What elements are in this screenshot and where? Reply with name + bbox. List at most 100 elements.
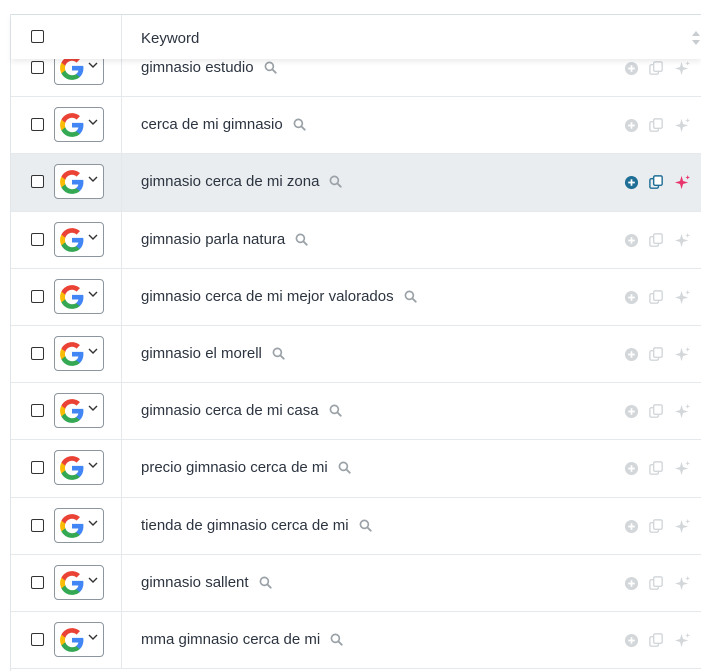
table-row[interactable]: gimnasio cerca de mi casa <box>11 383 701 441</box>
search-engine-dropdown[interactable] <box>54 107 104 143</box>
copy-icon[interactable] <box>648 403 665 420</box>
row-checkbox[interactable] <box>31 461 44 475</box>
ai-sparkle-icon[interactable] <box>674 232 691 249</box>
ai-sparkle-icon[interactable] <box>674 632 691 649</box>
search-icon[interactable] <box>272 347 285 360</box>
search-icon[interactable] <box>329 404 342 417</box>
table-row[interactable]: gimnasio cerca de mi zona <box>11 154 701 212</box>
chevron-down-icon <box>88 62 98 68</box>
google-icon <box>60 170 84 195</box>
row-actions <box>624 232 691 249</box>
search-engine-dropdown[interactable] <box>54 450 104 486</box>
table-row[interactable]: cerca de mi gimnasio <box>11 97 701 155</box>
search-icon[interactable] <box>359 519 372 532</box>
add-circle-icon[interactable] <box>624 404 639 419</box>
copy-icon[interactable] <box>648 460 665 477</box>
chevron-down-icon <box>88 577 98 583</box>
add-circle-icon[interactable] <box>624 576 639 591</box>
search-icon[interactable] <box>338 461 351 474</box>
add-circle-icon[interactable] <box>624 290 639 305</box>
row-checkbox[interactable] <box>31 518 44 532</box>
sort-icon[interactable] <box>691 29 701 47</box>
chevron-down-icon <box>88 176 98 183</box>
copy-icon[interactable] <box>648 289 665 306</box>
google-icon <box>60 342 84 366</box>
search-icon[interactable] <box>293 118 306 131</box>
row-checkbox[interactable] <box>31 118 44 132</box>
table-row[interactable]: gimnasio parla natura <box>11 211 701 269</box>
search-icon[interactable] <box>404 290 417 303</box>
ai-sparkle-icon[interactable] <box>674 575 691 592</box>
row-checkbox[interactable] <box>31 346 44 360</box>
table-row[interactable]: gimnasio el morell <box>11 325 701 384</box>
row-actions <box>624 518 691 535</box>
add-circle-icon[interactable] <box>624 61 639 76</box>
copy-icon[interactable] <box>648 232 665 249</box>
search-icon[interactable] <box>295 233 308 246</box>
add-circle-icon[interactable] <box>624 519 639 534</box>
table-row[interactable]: tienda de gimnasio cerca de mi <box>11 497 701 555</box>
ai-sparkle-icon[interactable] <box>674 460 691 477</box>
copy-icon[interactable] <box>648 117 665 134</box>
search-icon[interactable] <box>264 61 277 74</box>
ai-sparkle-icon[interactable] <box>674 117 691 134</box>
search-icon[interactable] <box>329 175 343 189</box>
row-actions <box>624 403 691 420</box>
google-icon <box>60 113 84 138</box>
ai-sparkle-icon[interactable] <box>674 403 691 420</box>
copy-icon[interactable] <box>648 575 665 592</box>
row-checkbox[interactable] <box>31 232 44 246</box>
add-circle-icon[interactable] <box>624 118 639 133</box>
search-engine-dropdown[interactable] <box>54 621 104 657</box>
column-divider <box>121 383 122 440</box>
column-divider <box>121 611 122 669</box>
ai-sparkle-icon[interactable] <box>674 174 691 191</box>
copy-icon[interactable] <box>648 174 665 191</box>
keyword-text: mma gimnasio cerca de mi <box>141 630 321 648</box>
google-icon <box>60 627 84 652</box>
table-header: Keyword <box>11 15 701 59</box>
add-circle-icon[interactable] <box>624 233 639 248</box>
add-circle-icon[interactable] <box>624 175 639 190</box>
keyword-cell: precio gimnasio cerca de mi <box>141 459 351 476</box>
row-checkbox[interactable] <box>31 404 44 418</box>
row-checkbox[interactable] <box>31 632 44 646</box>
column-divider <box>121 97 122 154</box>
table-row[interactable]: precio gimnasio cerca de mi <box>11 440 701 498</box>
google-icon <box>60 456 84 481</box>
search-engine-dropdown[interactable] <box>54 335 104 371</box>
table-row[interactable]: gimnasio cerca de mi mejor valorados <box>11 268 701 326</box>
search-engine-dropdown[interactable] <box>54 221 104 257</box>
search-engine-dropdown[interactable] <box>54 164 104 200</box>
table-row[interactable]: gimnasio sallent <box>11 554 701 612</box>
select-all-checkbox[interactable] <box>31 30 44 43</box>
search-engine-dropdown[interactable] <box>54 564 104 600</box>
ai-sparkle-icon[interactable] <box>674 289 691 306</box>
table-row[interactable]: mma gimnasio cerca de mi <box>11 611 701 670</box>
search-engine-dropdown[interactable] <box>54 278 104 314</box>
ai-sparkle-icon[interactable] <box>674 518 691 535</box>
keyword-cell: gimnasio el morell <box>141 345 285 362</box>
search-icon[interactable] <box>330 633 343 646</box>
search-icon[interactable] <box>259 576 272 589</box>
row-checkbox[interactable] <box>31 175 44 189</box>
search-engine-dropdown[interactable] <box>54 393 104 429</box>
row-checkbox[interactable] <box>31 575 44 589</box>
add-circle-icon[interactable] <box>624 633 639 648</box>
row-checkbox[interactable] <box>31 289 44 303</box>
keyword-column-header[interactable]: Keyword <box>141 30 199 47</box>
search-engine-dropdown[interactable] <box>54 507 104 543</box>
row-checkbox[interactable] <box>31 61 44 74</box>
column-divider <box>121 554 122 611</box>
copy-icon[interactable] <box>648 632 665 649</box>
row-actions <box>624 575 691 592</box>
add-circle-icon[interactable] <box>624 461 639 476</box>
copy-icon[interactable] <box>648 518 665 535</box>
copy-icon[interactable] <box>648 346 665 363</box>
ai-sparkle-icon[interactable] <box>674 60 691 77</box>
chevron-down-icon <box>88 291 98 297</box>
copy-icon[interactable] <box>648 60 665 77</box>
chevron-down-icon <box>88 348 98 354</box>
add-circle-icon[interactable] <box>624 347 639 362</box>
ai-sparkle-icon[interactable] <box>674 346 691 363</box>
